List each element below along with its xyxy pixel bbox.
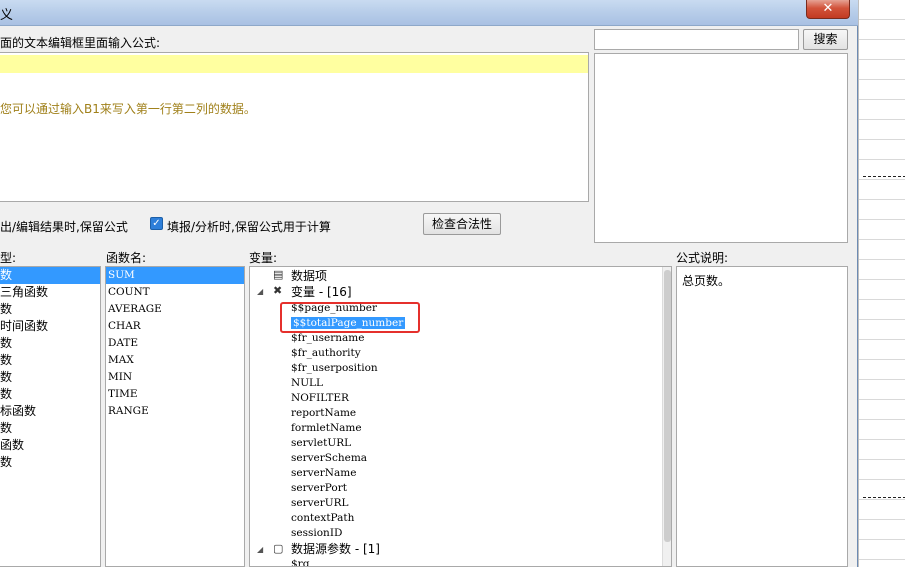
tree-leaf[interactable]: reportName — [291, 406, 356, 421]
list-item[interactable]: CHAR — [108, 318, 141, 335]
formula-dialog: 义 ✕ 面的文本编辑框里面输入公式: 您可以通过输入B1来写入第一行第二列的数据… — [0, 0, 858, 567]
list-item[interactable]: COUNT — [108, 284, 150, 301]
data-item-icon: ▤ — [273, 268, 284, 281]
tree-leaf[interactable]: $fr_authority — [291, 346, 361, 361]
search-input[interactable] — [594, 29, 799, 50]
list-item[interactable]: 数 — [0, 386, 12, 403]
keep-formula-fill-label[interactable]: 填报/分析时,保留公式用于计算 — [167, 218, 331, 235]
tree-leaf[interactable]: serverPort — [291, 481, 347, 496]
list-item[interactable]: MAX — [108, 352, 134, 369]
list-item[interactable]: 数 — [0, 369, 12, 386]
page-break-line — [863, 497, 905, 498]
param-icon: ▢ — [273, 542, 284, 555]
window-title: 义 — [0, 8, 14, 23]
tree-node-datasource-params[interactable]: 数据源参数 - [1] — [291, 542, 380, 557]
tree-leaf[interactable]: formletName — [291, 421, 362, 436]
title-bar: 义 ✕ — [0, 0, 858, 26]
list-item[interactable]: SUM — [106, 267, 244, 284]
tree-leaf[interactable]: contextPath — [291, 511, 354, 526]
list-item[interactable]: RANGE — [108, 403, 149, 420]
tree-leaf[interactable]: servletURL — [291, 436, 351, 451]
list-item[interactable]: AVERAGE — [108, 301, 162, 318]
current-line-highlight — [0, 55, 588, 73]
function-type-list[interactable]: 数 三角函数 数 时间函数 数 数 数 数 标函数 数 函数 数 — [0, 266, 101, 567]
annotation-highlight-box — [280, 302, 420, 333]
list-item[interactable]: 数 — [0, 301, 12, 318]
scrollbar-thumb[interactable] — [664, 270, 671, 542]
keep-formula-export-option[interactable]: 出/编辑结果时,保留公式 — [0, 218, 128, 235]
tree-leaf[interactable]: $fr_userposition — [291, 361, 378, 376]
list-item[interactable]: TIME — [108, 386, 138, 403]
list-item[interactable]: 数 — [0, 352, 12, 369]
tree-leaf[interactable]: $fr_username — [291, 331, 364, 346]
function-label: 函数名: — [106, 251, 147, 265]
function-name-list[interactable]: SUM COUNT AVERAGE CHAR DATE MAX MIN TIME… — [105, 266, 245, 567]
vertical-scrollbar[interactable] — [662, 267, 671, 566]
search-button[interactable]: 搜索 — [803, 29, 848, 50]
triangle-down-icon[interactable]: ◢ — [257, 545, 263, 554]
description-label: 公式说明: — [676, 251, 729, 265]
list-item[interactable]: 函数 — [0, 437, 24, 454]
tree-leaf[interactable]: serverName — [291, 466, 356, 481]
close-button[interactable]: ✕ — [806, 0, 850, 19]
triangle-down-icon[interactable]: ◢ — [257, 287, 263, 296]
list-item[interactable]: MIN — [108, 369, 132, 386]
formula-editor[interactable]: 您可以通过输入B1来写入第一行第二列的数据。 — [0, 52, 589, 202]
list-item[interactable]: 数 — [0, 420, 12, 437]
tree-leaf[interactable]: NOFILTER — [291, 391, 349, 406]
search-results-panel[interactable] — [594, 53, 848, 243]
tree-node-variables[interactable]: 变量 - [16] — [291, 285, 352, 300]
check-validity-button[interactable]: 检查合法性 — [423, 213, 501, 235]
variable-label: 变量: — [249, 251, 278, 265]
list-item[interactable]: 数 — [0, 454, 12, 471]
background-sheet — [858, 0, 905, 567]
type-label: 型: — [0, 251, 17, 265]
variable-icon: ✖ — [273, 284, 283, 297]
list-item[interactable]: 三角函数 — [0, 284, 48, 301]
keep-formula-fill-checkbox[interactable]: ✓ — [150, 217, 163, 230]
list-item[interactable]: 数 — [0, 335, 12, 352]
list-item[interactable]: 时间函数 — [0, 318, 48, 335]
tree-leaf[interactable]: serverURL — [291, 496, 349, 511]
formula-description-panel: 总页数。 — [676, 266, 848, 567]
list-item[interactable]: 标函数 — [0, 403, 36, 420]
tree-leaf[interactable]: $rq — [291, 557, 309, 566]
tree-node-data-item[interactable]: 数据项 — [291, 269, 327, 284]
list-item[interactable]: 数 — [0, 267, 100, 284]
list-item[interactable]: DATE — [108, 335, 138, 352]
formula-description: 总页数。 — [682, 274, 731, 288]
variable-tree[interactable]: ▤ 数据项 ◢ ✖ 变量 - [16] $$page_number $$tota… — [249, 266, 672, 567]
tree-leaf[interactable]: NULL — [291, 376, 323, 391]
tree-leaf[interactable]: sessionID — [291, 526, 342, 541]
page-break-line — [863, 176, 905, 177]
editor-hint: 您可以通过输入B1来写入第一行第二列的数据。 — [0, 102, 256, 116]
tree-leaf[interactable]: serverSchema — [291, 451, 367, 466]
editor-prompt-label: 面的文本编辑框里面输入公式: — [0, 36, 161, 50]
